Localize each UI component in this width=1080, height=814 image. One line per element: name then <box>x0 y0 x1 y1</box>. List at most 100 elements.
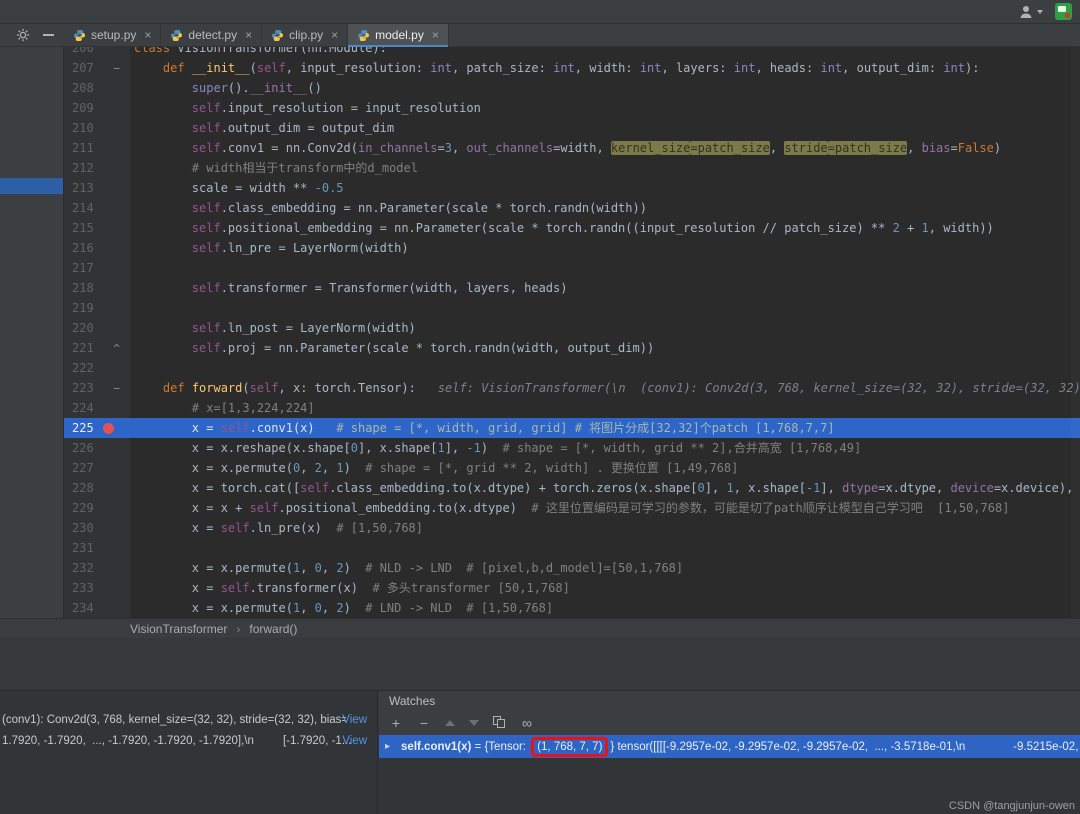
code-line-216[interactable]: 216 self.ln_pre = LayerNorm(width) <box>64 238 1080 258</box>
project-selected-row[interactable] <box>0 178 63 194</box>
tab-setup.py[interactable]: setup.py × <box>64 24 161 46</box>
gutter[interactable]: 220 <box>64 318 130 338</box>
code-line-211[interactable]: 211 self.conv1 = nn.Conv2d(in_channels=3… <box>64 138 1080 158</box>
code-line-212[interactable]: 212 # width相当于transform中的d_model <box>64 158 1080 178</box>
gutter[interactable]: 223− <box>64 378 130 398</box>
expand-chevron-icon[interactable]: ▸ <box>385 741 390 752</box>
line-number: 208 <box>64 78 94 98</box>
gutter[interactable]: 219 <box>64 298 130 318</box>
tab-close-icon[interactable]: × <box>432 28 439 42</box>
gutter[interactable]: 224 <box>64 398 130 418</box>
gutter[interactable]: 215 <box>64 218 130 238</box>
watch-row[interactable]: ▸ self.conv1(x) = {Tensor: (1, 768, 7, 7… <box>379 735 1080 758</box>
breadcrumb: VisionTransformer › forward() <box>0 618 1080 638</box>
tab-close-icon[interactable]: × <box>144 28 151 42</box>
gutter[interactable]: 218 <box>64 278 130 298</box>
code-line-224[interactable]: 224 # x=[1,3,224,224] <box>64 398 1080 418</box>
view-link[interactable]: View <box>342 735 367 747</box>
gutter[interactable]: 232 <box>64 558 130 578</box>
fold-icon[interactable]: − <box>113 63 120 74</box>
gutter[interactable]: 207 − <box>64 58 130 78</box>
gutter[interactable]: 216 <box>64 238 130 258</box>
gutter[interactable]: 230 <box>64 518 130 538</box>
gutter[interactable]: 211 <box>64 138 130 158</box>
variable-row[interactable]: (conv1): Conv2d(3, 768, kernel_size=(32,… <box>2 714 373 730</box>
code-line-228[interactable]: 228 x = torch.cat([self.class_embedding.… <box>64 478 1080 498</box>
gutter[interactable]: 214 <box>64 198 130 218</box>
code-line-227[interactable]: 227 x = x.permute(0, 2, 1) # shape = [*,… <box>64 458 1080 478</box>
gutter[interactable]: 222 <box>64 358 130 378</box>
code-line-230[interactable]: 230 x = self.ln_pre(x) # [1,50,768] <box>64 518 1080 538</box>
code-line-210[interactable]: 210 self.output_dim = output_dim <box>64 118 1080 138</box>
breadcrumb-item-method[interactable]: forward() <box>249 622 297 636</box>
code-line-223[interactable]: 223− def forward(self, x: torch.Tensor):… <box>64 378 1080 398</box>
move-up-icon[interactable] <box>445 720 455 726</box>
code-line-233[interactable]: 233 x = self.transformer(x) # 多头transfor… <box>64 578 1080 598</box>
tab-detect.py[interactable]: detect.py× <box>161 24 262 46</box>
tab-model.py[interactable]: model.py× <box>348 24 449 46</box>
gutter[interactable]: 228 <box>64 478 130 498</box>
gutter[interactable]: 221^ <box>64 338 130 358</box>
code-line-206[interactable]: 206class VisionTransformer(nn.Module): <box>64 47 1080 58</box>
gutter[interactable]: 233 <box>64 578 130 598</box>
gutter[interactable]: 229 <box>64 498 130 518</box>
variable-row[interactable]: 1.7920, -1.7920, ..., -1.7920, -1.7920, … <box>2 735 373 751</box>
code-line-219[interactable]: 219 <box>64 298 1080 318</box>
gutter[interactable]: 209 <box>64 98 130 118</box>
tab-close-icon[interactable]: × <box>331 28 338 42</box>
move-down-icon[interactable] <box>469 720 479 726</box>
code-line-226[interactable]: 226 x = x.reshape(x.shape[0], x.shape[1]… <box>64 438 1080 458</box>
remove-watch-icon[interactable]: − <box>417 716 431 730</box>
line-number: 226 <box>64 438 94 458</box>
gutter[interactable]: 206 <box>64 47 130 58</box>
code-line-234[interactable]: 234 x = x.permute(1, 0, 2) # LND -> NLD … <box>64 598 1080 618</box>
breakpoint-icon[interactable] <box>103 423 114 434</box>
screen-capture-icon[interactable] <box>1055 3 1072 20</box>
gutter[interactable]: 234 <box>64 598 130 618</box>
duplicate-watch-icon[interactable] <box>493 716 506 729</box>
code-editor[interactable]: 206class VisionTransformer(nn.Module):20… <box>64 47 1080 618</box>
code-line-229[interactable]: 229 x = x + self.positional_embedding.to… <box>64 498 1080 518</box>
gutter[interactable]: 226 <box>64 438 130 458</box>
gutter[interactable]: 213 <box>64 178 130 198</box>
code-line-207[interactable]: 207− def __init__(self, input_resolution… <box>64 58 1080 78</box>
inline-watches-icon[interactable]: ∞ <box>520 716 534 730</box>
line-number: 207 <box>64 58 94 78</box>
code-line-222[interactable]: 222 <box>64 358 1080 378</box>
code-line-208[interactable]: 208 super().__init__() <box>64 78 1080 98</box>
gutter[interactable]: 227 <box>64 458 130 478</box>
code-line-217[interactable]: 217 <box>64 258 1080 278</box>
gutter[interactable]: 210 <box>64 118 130 138</box>
view-link[interactable]: View <box>342 714 367 726</box>
code-line-218[interactable]: 218 self.transformer = Transformer(width… <box>64 278 1080 298</box>
code-line-209[interactable]: 209 self.input_resolution = input_resolu… <box>64 98 1080 118</box>
variables-pane[interactable]: (conv1): Conv2d(3, 768, kernel_size=(32,… <box>0 691 378 814</box>
code-line-225[interactable]: 225 x = self.conv1(x) # shape = [*, widt… <box>64 418 1080 438</box>
line-number: 214 <box>64 198 94 218</box>
variable-value-continued: [-1.7920, -1... <box>283 735 351 747</box>
fold-icon[interactable]: − <box>113 383 120 394</box>
code-line-220[interactable]: 220 self.ln_post = LayerNorm(width) <box>64 318 1080 338</box>
gutter[interactable]: 217 <box>64 258 130 278</box>
editor-tabs: setup.py×detect.py×clip.py×model.py× <box>64 24 449 46</box>
code-line-214[interactable]: 214 self.class_embedding = nn.Parameter(… <box>64 198 1080 218</box>
hide-panel-icon[interactable] <box>43 34 54 36</box>
add-watch-icon[interactable]: + <box>389 716 403 730</box>
code-line-213[interactable]: 213 scale = width ** -0.5 <box>64 178 1080 198</box>
breadcrumb-item-class[interactable]: VisionTransformer <box>130 622 227 636</box>
fold-end-icon[interactable]: ^ <box>113 343 120 354</box>
tab-clip.py[interactable]: clip.py× <box>262 24 348 46</box>
code-line-221[interactable]: 221^ self.proj = nn.Parameter(scale * to… <box>64 338 1080 358</box>
code-line-231[interactable]: 231 <box>64 538 1080 558</box>
project-tool-window[interactable] <box>0 47 64 618</box>
tab-label: setup.py <box>91 28 136 42</box>
code-line-215[interactable]: 215 self.positional_embedding = nn.Param… <box>64 218 1080 238</box>
user-menu[interactable] <box>1018 4 1043 20</box>
gutter[interactable]: 208 <box>64 78 130 98</box>
gutter[interactable]: 225 <box>64 418 130 438</box>
code-line-232[interactable]: 232 x = x.permute(1, 0, 2) # NLD -> LND … <box>64 558 1080 578</box>
gutter[interactable]: 231 <box>64 538 130 558</box>
gear-icon[interactable] <box>16 28 30 42</box>
gutter[interactable]: 212 <box>64 158 130 178</box>
tab-close-icon[interactable]: × <box>245 28 252 42</box>
